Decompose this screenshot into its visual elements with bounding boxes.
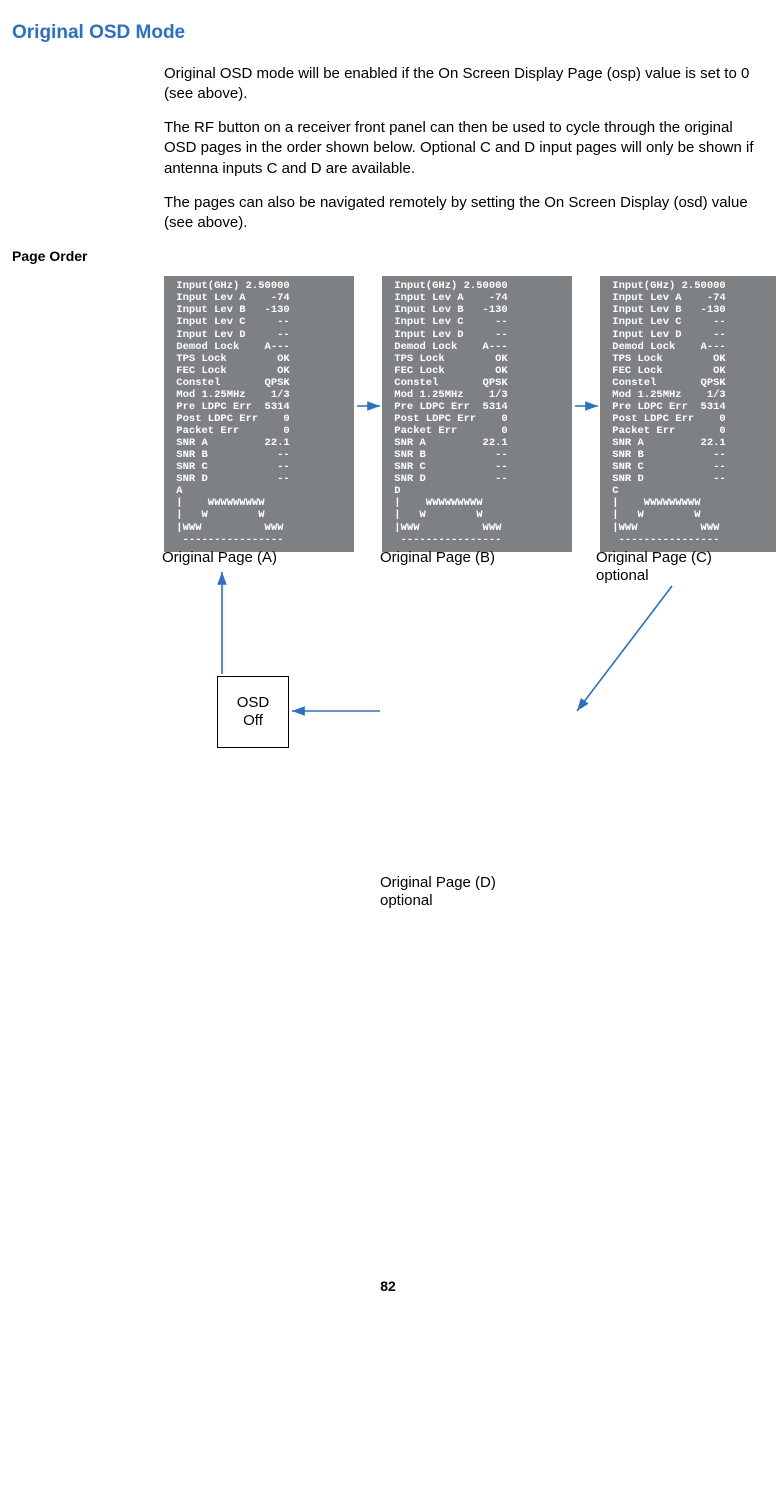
paragraph: The RF button on a receiver front panel … <box>12 118 764 179</box>
panel-text: Input(GHz) 2.50000 Input Lev A -74 Input… <box>170 280 290 485</box>
panel-id: A <box>170 485 183 497</box>
paragraph: Original OSD mode will be enabled if the… <box>12 64 764 105</box>
osd-panel-a: Input(GHz) 2.50000 Input Lev A -74 Input… <box>164 276 354 551</box>
osd-off-box: OSD Off <box>217 676 289 748</box>
osd-off-line2: Off <box>243 712 263 730</box>
page-order-diagram: Input(GHz) 2.50000 Input Lev A -74 Input… <box>12 276 764 936</box>
osd-panel-d: Input(GHz) 2.50000 Input Lev A -74 Input… <box>382 276 572 551</box>
panel-text: Input(GHz) 2.50000 Input Lev A -74 Input… <box>388 280 508 485</box>
panel-id: D <box>388 485 401 497</box>
paragraph: The pages can also be navigated remotely… <box>12 193 764 234</box>
caption-page-a: Original Page (A) <box>162 548 277 568</box>
panel-histogram: | WWWWWWWWW | W W |WWW WWW -------------… <box>388 497 501 545</box>
osd-off-line1: OSD <box>237 694 270 712</box>
panel-text: Input(GHz) 2.50000 Input Lev A -74 Input… <box>606 280 726 485</box>
panel-histogram: | WWWWWWWWW | W W |WWW WWW -------------… <box>606 497 719 545</box>
page-number: 82 <box>12 1277 764 1296</box>
panel-histogram: | WWWWWWWWW | W W |WWW WWW -------------… <box>170 497 283 545</box>
panel-id: C <box>606 485 619 497</box>
page-order-label: Page Order <box>12 247 764 266</box>
caption-page-c-line2: optional <box>596 566 649 586</box>
section-heading: Original OSD Mode <box>12 20 764 46</box>
osd-panel-c: Input(GHz) 2.50000 Input Lev A -74 Input… <box>600 276 776 551</box>
caption-page-d-line2: optional <box>380 891 433 911</box>
caption-page-b: Original Page (B) <box>380 548 495 568</box>
